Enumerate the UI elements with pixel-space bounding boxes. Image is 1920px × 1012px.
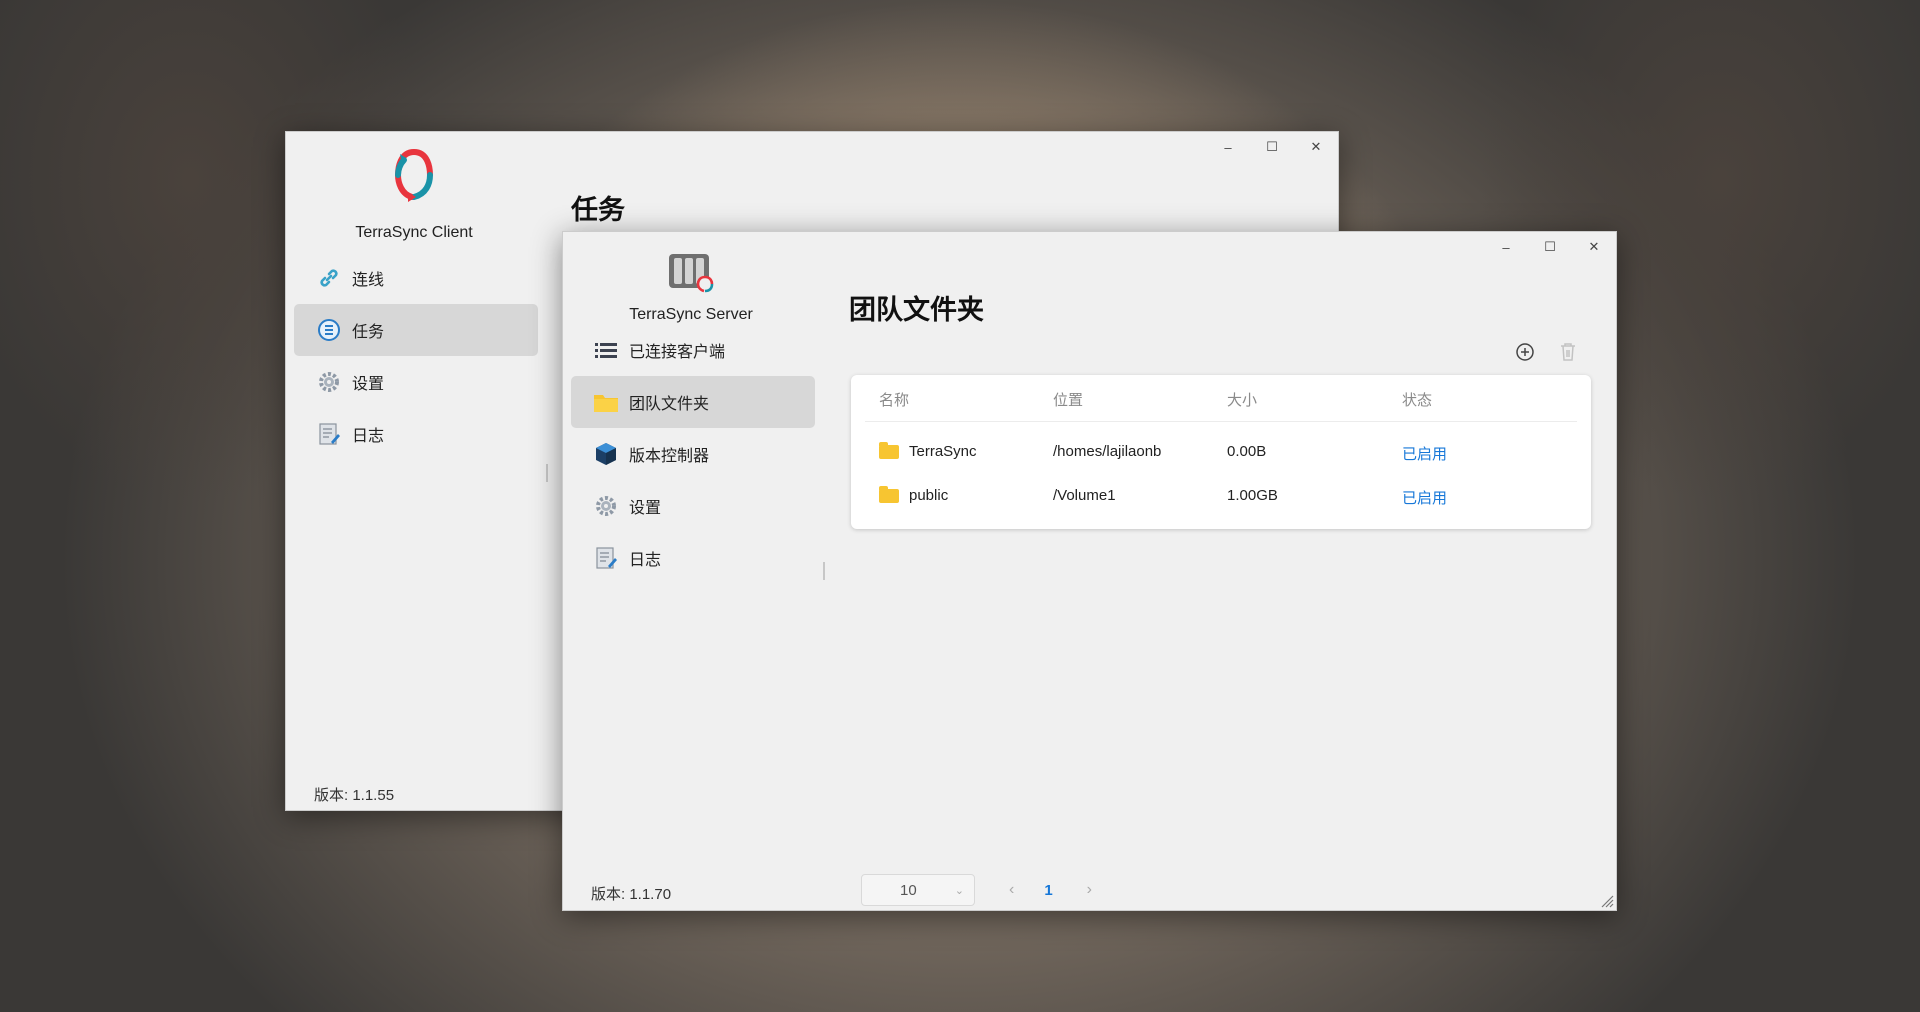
- minimize-button[interactable]: –: [1484, 232, 1528, 262]
- server-nav-label: 设置: [629, 500, 662, 517]
- row-location: /Volume1: [1053, 487, 1116, 504]
- log-icon: [593, 545, 619, 571]
- client-logo-icon: [286, 148, 542, 207]
- table-header-divider: [865, 421, 1577, 422]
- client-nav-label: 任务: [352, 324, 385, 341]
- tasks-icon: [316, 317, 342, 343]
- add-circle-icon: [1516, 343, 1534, 361]
- server-nav-version-control[interactable]: 版本控制器: [571, 428, 815, 480]
- chevron-down-icon: ⌄: [954, 884, 964, 897]
- maximize-button[interactable]: ☐: [1528, 232, 1572, 262]
- minimize-button[interactable]: –: [1206, 132, 1250, 162]
- table-header: 名称 位置 大小 状态: [851, 375, 1591, 421]
- client-nav-settings[interactable]: 设置: [294, 356, 538, 408]
- gear-icon: [593, 493, 619, 519]
- server-nav-label: 团队文件夹: [629, 396, 710, 413]
- delete-folder-button[interactable]: [1556, 340, 1580, 364]
- folder-icon: [879, 485, 899, 503]
- list-icon: [593, 337, 619, 363]
- client-nav-tasks[interactable]: 任务: [294, 304, 538, 356]
- column-header-status[interactable]: 状态: [1402, 389, 1432, 410]
- row-name: public: [879, 485, 948, 504]
- resize-grip-icon[interactable]: [1600, 894, 1614, 908]
- folder-icon: [593, 389, 619, 415]
- server-nav-team-folders[interactable]: 团队文件夹: [571, 376, 815, 428]
- server-nav-settings[interactable]: 设置: [571, 480, 815, 532]
- row-status[interactable]: 已启用: [1402, 487, 1447, 508]
- maximize-button[interactable]: ☐: [1250, 132, 1294, 162]
- next-page-icon[interactable]: ›: [1087, 881, 1092, 899]
- page-size-select[interactable]: 10 ⌄: [861, 874, 975, 906]
- server-window: – ☐ ✕ TerraSync Server 已连接客户端 团队文件夹 版本控制…: [562, 231, 1617, 911]
- server-nav-connected-clients[interactable]: 已连接客户端: [571, 324, 815, 376]
- team-folders-table: 名称 位置 大小 状态 TerraSync /homes/lajilaonb 0…: [851, 375, 1591, 529]
- cube-icon: [593, 441, 619, 467]
- row-status[interactable]: 已启用: [1402, 443, 1447, 464]
- client-version: 版本: 1.1.55: [314, 787, 395, 804]
- client-app-name: TerraSync Client: [355, 224, 473, 241]
- client-page-title: 任务: [571, 195, 625, 225]
- row-name: TerraSync: [879, 441, 977, 460]
- server-sidebar-splitter[interactable]: [823, 562, 825, 580]
- client-window-controls: – ☐ ✕: [1206, 132, 1338, 162]
- column-header-name[interactable]: 名称: [879, 389, 909, 410]
- column-header-location[interactable]: 位置: [1053, 389, 1083, 410]
- server-sidebar: TerraSync Server 已连接客户端 团队文件夹 版本控制器 设置 日…: [563, 232, 819, 910]
- server-app-name: TerraSync Server: [629, 306, 753, 323]
- pagination: 10 ⌄ ‹ 1 ›: [861, 874, 1092, 906]
- close-button[interactable]: ✕: [1572, 232, 1616, 262]
- client-sidebar: TerraSync Client 连线 任务 设置 日志 版本: 1.1.55: [286, 132, 542, 810]
- client-nav-label: 日志: [352, 428, 385, 445]
- trash-icon: [1561, 343, 1575, 361]
- prev-page-icon[interactable]: ‹: [1009, 881, 1014, 899]
- row-location: /homes/lajilaonb: [1053, 443, 1162, 460]
- client-sidebar-splitter[interactable]: [546, 464, 548, 482]
- client-nav-logs[interactable]: 日志: [294, 408, 538, 460]
- server-version: 版本: 1.1.70: [591, 886, 672, 903]
- column-header-size[interactable]: 大小: [1227, 389, 1257, 410]
- row-size: 0.00B: [1227, 443, 1267, 460]
- gear-icon: [316, 369, 342, 395]
- page-number[interactable]: 1: [1044, 882, 1052, 899]
- table-row[interactable]: TerraSync /homes/lajilaonb 0.00B 已启用: [851, 431, 1591, 475]
- table-row[interactable]: public /Volume1 1.00GB 已启用: [851, 475, 1591, 519]
- client-nav-connect[interactable]: 连线: [294, 252, 538, 304]
- row-size: 1.00GB: [1227, 487, 1278, 504]
- close-button[interactable]: ✕: [1294, 132, 1338, 162]
- server-logo-icon: [563, 250, 819, 301]
- page-size-value: 10: [900, 881, 917, 899]
- server-nav-label: 已连接客户端: [629, 344, 726, 361]
- log-icon: [316, 421, 342, 447]
- server-nav-label: 日志: [629, 552, 662, 569]
- client-nav-label: 连线: [352, 272, 385, 289]
- server-nav-logs[interactable]: 日志: [571, 532, 815, 584]
- client-nav-label: 设置: [352, 376, 385, 393]
- folder-icon: [879, 441, 899, 459]
- server-nav-label: 版本控制器: [629, 448, 710, 465]
- server-page-title: 团队文件夹: [849, 295, 984, 325]
- add-folder-button[interactable]: [1513, 340, 1537, 364]
- link-icon: [316, 265, 342, 291]
- server-window-controls: – ☐ ✕: [1484, 232, 1616, 262]
